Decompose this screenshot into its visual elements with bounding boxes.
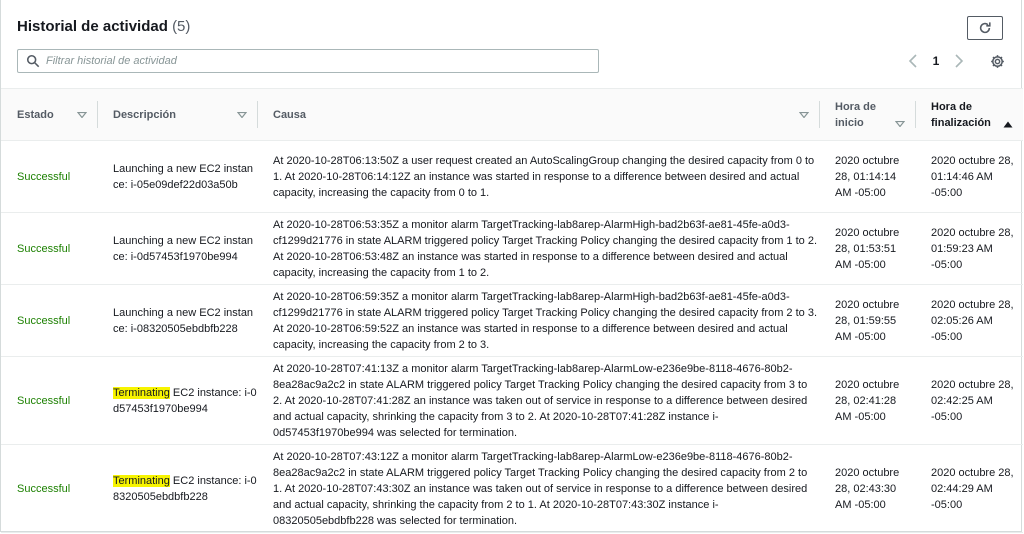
column-header-description[interactable]: Descripción	[97, 88, 257, 141]
status-cell: Successful	[1, 356, 97, 445]
end-time-cell: 2020 octubre 28, 02:42:25 AM -05:00	[915, 356, 1023, 445]
description-cell: Terminating EC2 instance: i-0d57453f1970…	[97, 356, 257, 445]
caret-down-icon	[895, 120, 905, 128]
next-page-button[interactable]	[950, 52, 968, 70]
caret-down-icon	[799, 111, 809, 119]
column-label: Descripción	[113, 108, 176, 121]
caret-down-icon	[237, 111, 247, 119]
end-time-cell: 2020 octubre 28, 02:44:29 AM -05:00	[915, 444, 1023, 533]
start-time-cell: 2020 octubre 28, 01:53:51 AM -05:00	[819, 212, 915, 285]
activity-count: (5)	[172, 18, 191, 35]
search-field[interactable]	[17, 49, 599, 73]
table-header-row: Estado Descripción Causa Hora de inicio …	[1, 88, 1023, 141]
cause-cell: At 2020-10-28T06:13:50Z a user request c…	[257, 140, 819, 213]
description-cell: Launching a new EC2 instance: i-05e09def…	[97, 140, 257, 213]
chevron-right-icon	[955, 54, 964, 68]
previous-page-button[interactable]	[904, 52, 922, 70]
status-cell: Successful	[1, 140, 97, 213]
start-time-cell: 2020 octubre 28, 02:43:30 AM -05:00	[819, 444, 915, 533]
description-cell: Terminating EC2 instance: i-08320505ebdb…	[97, 444, 257, 533]
cause-cell: At 2020-10-28T07:41:13Z a monitor alarm …	[257, 356, 819, 445]
description-cell: Launching a new EC2 instance: i-08320505…	[97, 284, 257, 357]
column-header-end-time[interactable]: Hora de finalización	[915, 88, 1023, 141]
gear-icon	[990, 54, 1004, 68]
table-row[interactable]: Successful Terminating EC2 instance: i-0…	[1, 356, 1023, 445]
pagination: 1	[904, 52, 968, 70]
current-page[interactable]: 1	[922, 54, 950, 68]
description-action: Launching	[113, 234, 164, 247]
end-time-cell: 2020 octubre 28, 02:05:26 AM -05:00	[915, 284, 1023, 357]
refresh-icon	[979, 22, 991, 34]
description-action: Launching	[113, 162, 164, 175]
end-time-cell: 2020 octubre 28, 01:59:23 AM -05:00	[915, 212, 1023, 285]
cause-cell: At 2020-10-28T06:59:35Z a monitor alarm …	[257, 284, 819, 357]
description-action: Terminating	[113, 474, 170, 487]
column-header-cause[interactable]: Causa	[257, 88, 819, 141]
refresh-button[interactable]	[967, 16, 1003, 40]
page-title-text: Historial de actividad	[17, 18, 168, 35]
end-time-cell: 2020 octubre 28, 01:14:46 AM -05:00	[915, 140, 1023, 213]
preferences-button[interactable]	[988, 52, 1006, 70]
start-time-cell: 2020 octubre 28, 01:14:14 AM -05:00	[819, 140, 915, 213]
description-action: Launching	[113, 306, 164, 319]
activity-table: Estado Descripción Causa Hora de inicio …	[1, 88, 1023, 533]
description-cell: Launching a new EC2 instance: i-0d57453f…	[97, 212, 257, 285]
search-input[interactable]	[46, 51, 598, 71]
status-cell: Successful	[1, 212, 97, 285]
column-label: Estado	[17, 108, 54, 121]
column-label: Causa	[273, 108, 307, 121]
search-icon	[26, 54, 40, 68]
page-title: Historial de actividad (5)	[17, 18, 190, 35]
caret-up-icon	[1003, 120, 1013, 128]
chevron-left-icon	[908, 54, 917, 68]
table-row[interactable]: Successful Launching a new EC2 instance:…	[1, 284, 1023, 357]
column-label: Hora de finalización	[931, 100, 991, 129]
cause-cell: At 2020-10-28T06:53:35Z a monitor alarm …	[257, 212, 819, 285]
description-action: Terminating	[113, 386, 170, 399]
table-row[interactable]: Successful Launching a new EC2 instance:…	[1, 140, 1023, 213]
column-header-status[interactable]: Estado	[1, 88, 97, 141]
table-row[interactable]: Successful Terminating EC2 instance: i-0…	[1, 444, 1023, 533]
column-header-start-time[interactable]: Hora de inicio	[819, 88, 915, 141]
table-row[interactable]: Successful Launching a new EC2 instance:…	[1, 212, 1023, 285]
cause-cell: At 2020-10-28T07:43:12Z a monitor alarm …	[257, 444, 819, 533]
status-cell: Successful	[1, 444, 97, 533]
start-time-cell: 2020 octubre 28, 01:59:55 AM -05:00	[819, 284, 915, 357]
activity-history-panel: Historial de actividad (5) 1	[0, 0, 1023, 533]
status-cell: Successful	[1, 284, 97, 357]
caret-down-icon	[77, 111, 87, 119]
column-label: Hora de inicio	[835, 100, 876, 129]
start-time-cell: 2020 octubre 28, 02:41:28 AM -05:00	[819, 356, 915, 445]
